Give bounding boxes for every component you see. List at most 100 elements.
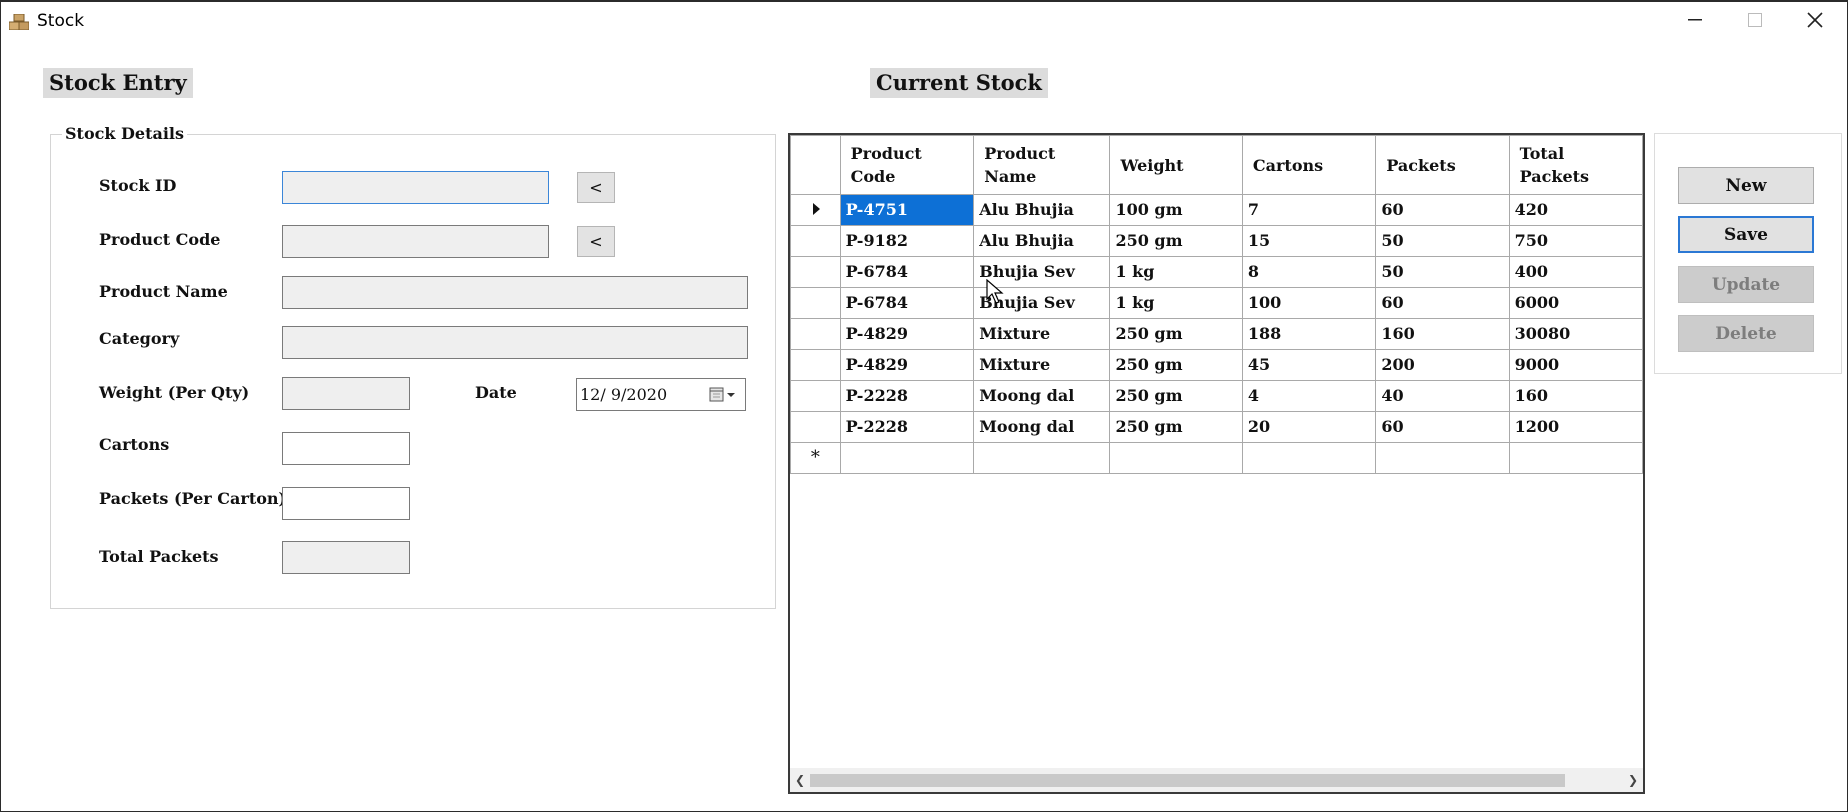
table-cell[interactable]: 100 <box>1241 287 1377 319</box>
table-cell[interactable] <box>1508 442 1643 474</box>
save-button[interactable]: Save <box>1678 216 1814 253</box>
minimize-button[interactable] <box>1665 2 1725 38</box>
table-cell[interactable]: 30080 <box>1508 318 1643 350</box>
title-bar[interactable]: Stock <box>1 2 1847 38</box>
table-cell[interactable]: 750 <box>1508 225 1643 257</box>
table-cell[interactable]: 160 <box>1508 380 1643 412</box>
scroll-right-icon[interactable]: ❯ <box>1623 768 1643 792</box>
table-cell[interactable]: 50 <box>1375 225 1510 257</box>
table-row[interactable]: P-4829 Mixture 250 gm 45 200 9000 <box>790 349 1643 381</box>
table-cell[interactable]: 6000 <box>1508 287 1643 319</box>
column-header-total-packets[interactable]: Total Packets <box>1508 135 1643 195</box>
table-cell[interactable]: P-4751 <box>839 194 975 226</box>
table-cell[interactable]: Alu Bhujia <box>973 225 1111 257</box>
row-header[interactable] <box>790 318 841 350</box>
new-button[interactable]: New <box>1678 167 1814 204</box>
row-header[interactable] <box>790 287 841 319</box>
table-cell[interactable]: 250 gm <box>1109 380 1243 412</box>
table-cell[interactable]: 9000 <box>1508 349 1643 381</box>
table-cell[interactable] <box>973 442 1111 474</box>
cartons-input[interactable] <box>282 432 410 465</box>
table-cell[interactable]: P-9182 <box>839 225 975 257</box>
table-cell[interactable]: 400 <box>1508 256 1643 288</box>
table-cell[interactable]: 15 <box>1241 225 1377 257</box>
delete-button[interactable]: Delete <box>1678 315 1814 352</box>
weight-input[interactable] <box>282 377 410 410</box>
table-cell[interactable]: 250 gm <box>1109 349 1243 381</box>
column-header-packets[interactable]: Packets <box>1375 135 1510 195</box>
update-button[interactable]: Update <box>1678 266 1814 303</box>
table-cell[interactable]: 1200 <box>1508 411 1643 443</box>
column-header-cartons[interactable]: Cartons <box>1241 135 1377 195</box>
column-header-product-code[interactable]: Product Code <box>839 135 975 195</box>
horizontal-scrollbar[interactable]: ❮ ❯ <box>790 768 1643 792</box>
new-row-header[interactable]: * <box>790 442 841 474</box>
table-cell[interactable]: 60 <box>1375 411 1510 443</box>
table-cell[interactable]: 100 gm <box>1109 194 1243 226</box>
scroll-left-icon[interactable]: ❮ <box>790 768 810 792</box>
stock-id-input[interactable] <box>282 171 549 204</box>
total-packets-input[interactable] <box>282 541 410 574</box>
table-cell[interactable]: P-6784 <box>839 256 975 288</box>
table-cell[interactable]: 188 <box>1241 318 1377 350</box>
table-cell[interactable]: P-6784 <box>839 287 975 319</box>
row-header[interactable] <box>790 380 841 412</box>
current-stock-grid[interactable]: Product Code Product Name Weight Cartons P… <box>788 133 1645 794</box>
table-cell[interactable] <box>1109 442 1243 474</box>
maximize-button[interactable] <box>1725 2 1785 38</box>
row-header[interactable] <box>790 194 841 226</box>
table-row[interactable]: P-6784 Bhujia Sev 1 kg 8 50 400 <box>790 256 1643 288</box>
table-cell[interactable]: 250 gm <box>1109 318 1243 350</box>
table-cell[interactable]: P-2228 <box>839 380 975 412</box>
row-header[interactable] <box>790 349 841 381</box>
table-cell[interactable]: 40 <box>1375 380 1510 412</box>
table-cell[interactable]: 60 <box>1375 194 1510 226</box>
table-cell[interactable] <box>1375 442 1510 474</box>
row-header[interactable] <box>790 256 841 288</box>
table-cell[interactable]: 4 <box>1241 380 1377 412</box>
table-row[interactable]: P-4751 Alu Bhujia 100 gm 7 60 420 <box>790 194 1643 226</box>
table-row[interactable]: P-2228 Moong dal 250 gm 4 40 160 <box>790 380 1643 412</box>
row-header[interactable] <box>790 225 841 257</box>
product-name-input[interactable] <box>282 276 748 309</box>
table-cell[interactable]: Moong dal <box>973 411 1111 443</box>
table-cell[interactable]: 7 <box>1241 194 1377 226</box>
table-row[interactable]: P-2228 Moong dal 250 gm 20 60 1200 <box>790 411 1643 443</box>
scrollbar-thumb[interactable] <box>810 774 1565 787</box>
table-cell[interactable]: 8 <box>1241 256 1377 288</box>
stock-id-lookup-button[interactable]: < <box>577 172 615 203</box>
table-cell[interactable]: 160 <box>1375 318 1510 350</box>
table-row[interactable]: P-6784 Bhujia Sev 1 kg 100 60 6000 <box>790 287 1643 319</box>
date-picker[interactable]: 12/ 9/2020 <box>576 378 746 411</box>
table-cell[interactable]: 60 <box>1375 287 1510 319</box>
table-cell[interactable]: 1 kg <box>1109 256 1243 288</box>
table-cell[interactable]: Mixture <box>973 349 1111 381</box>
table-row[interactable]: P-9182 Alu Bhujia 250 gm 15 50 750 <box>790 225 1643 257</box>
table-cell[interactable]: 250 gm <box>1109 411 1243 443</box>
row-header[interactable] <box>790 411 841 443</box>
table-cell[interactable]: P-4829 <box>839 349 975 381</box>
table-cell[interactable]: 50 <box>1375 256 1510 288</box>
table-cell[interactable]: 1 kg <box>1109 287 1243 319</box>
table-cell[interactable]: 200 <box>1375 349 1510 381</box>
table-cell[interactable]: Alu Bhujia <box>973 194 1111 226</box>
product-code-input[interactable] <box>282 225 549 258</box>
calendar-dropdown-icon[interactable] <box>709 386 737 404</box>
table-cell[interactable]: 45 <box>1241 349 1377 381</box>
table-cell[interactable]: P-2228 <box>839 411 975 443</box>
packets-input[interactable] <box>282 487 410 520</box>
column-header-product-name[interactable]: Product Name <box>973 135 1111 195</box>
table-row[interactable]: P-4829 Mixture 250 gm 188 160 30080 <box>790 318 1643 350</box>
close-button[interactable] <box>1785 2 1845 38</box>
table-cell[interactable]: 420 <box>1508 194 1643 226</box>
table-cell[interactable]: 20 <box>1241 411 1377 443</box>
table-cell[interactable]: Mixture <box>973 318 1111 350</box>
table-cell[interactable] <box>1241 442 1377 474</box>
product-code-lookup-button[interactable]: < <box>577 226 615 257</box>
new-row[interactable]: * <box>790 442 1643 474</box>
grid-corner-header[interactable] <box>790 135 841 195</box>
table-cell[interactable]: Moong dal <box>973 380 1111 412</box>
table-cell[interactable]: 250 gm <box>1109 225 1243 257</box>
column-header-weight[interactable]: Weight <box>1109 135 1243 195</box>
category-input[interactable] <box>282 326 748 359</box>
